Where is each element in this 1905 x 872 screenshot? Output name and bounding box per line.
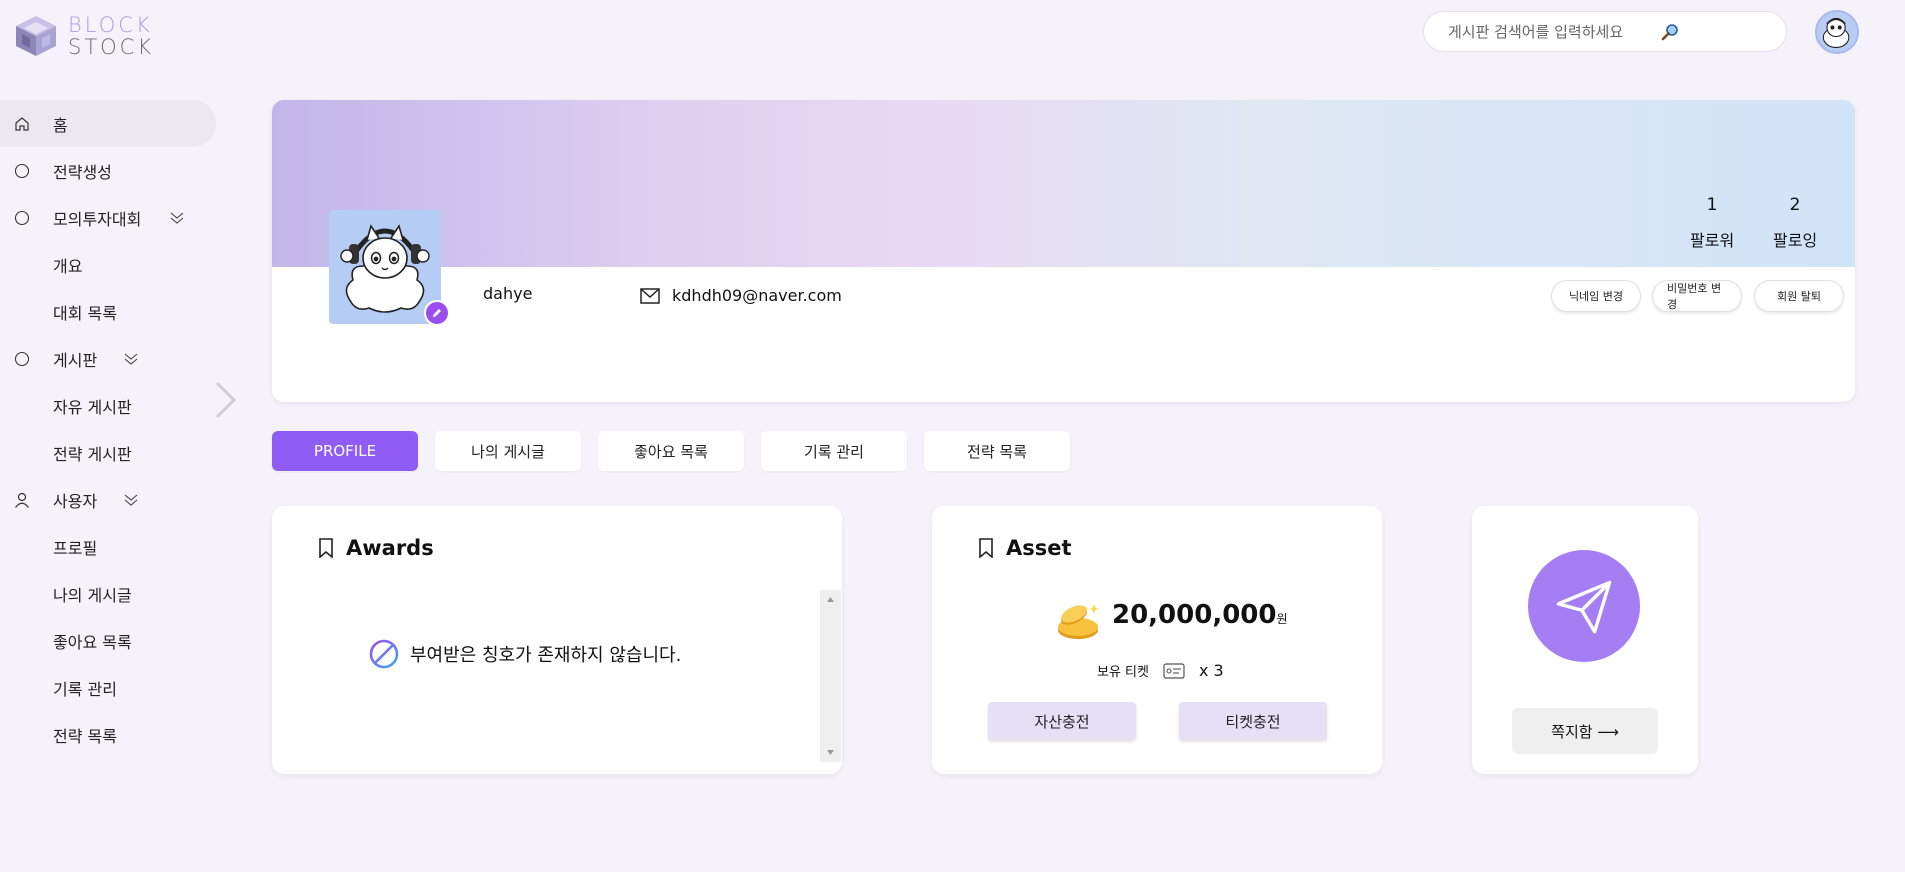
ticket-icon — [1163, 662, 1185, 679]
sidebar-item-overview[interactable]: 개요 — [0, 241, 220, 288]
followers-label: 팔로워 — [1690, 231, 1735, 250]
search-bar[interactable] — [1423, 11, 1787, 52]
profile-banner — [272, 100, 1855, 267]
sidebar-item-my-posts[interactable]: 나의 게시글 — [0, 570, 220, 617]
circle-icon — [14, 210, 30, 225]
tab-profile[interactable]: PROFILE — [272, 431, 418, 471]
sidebar-item-free-board[interactable]: 자유 게시판 — [0, 382, 220, 429]
logo-line1: BLOCK — [68, 13, 153, 37]
edit-profile-picture-button[interactable] — [424, 300, 450, 326]
logo-line2: STOCK — [68, 35, 155, 59]
profile-card: 1 팔로워 2 팔로잉 dahye kdhdh09@naver.com 닉네임 … — [272, 100, 1855, 402]
change-password-button[interactable]: 비밀번호 변경 — [1652, 280, 1742, 312]
awards-empty-message: 부여받은 칭호가 존재하지 않습니다. — [368, 638, 681, 670]
bookmark-icon — [319, 538, 333, 558]
user-avatar[interactable] — [1815, 10, 1859, 54]
search-icon[interactable] — [1660, 22, 1680, 42]
following-label: 팔로잉 — [1773, 231, 1818, 250]
sidebar: 홈 전략생성 모의투자대회 개요 대회 목록 게시판 자유 게시판 전략 게시판… — [0, 100, 220, 758]
sidebar-item-home[interactable]: 홈 — [0, 100, 216, 147]
pencil-icon — [433, 309, 441, 317]
message-icon-circle[interactable] — [1528, 550, 1640, 662]
tab-strategy-list[interactable]: 전략 목록 — [924, 431, 1070, 471]
following-count: 2 — [1789, 195, 1801, 215]
awards-card: Awards 부여받은 칭호가 존재하지 않습니다. — [272, 506, 842, 774]
asset-card: Asset 20,000,000원 보유 티켓 x 3 자산충전 티켓충전 — [932, 506, 1382, 774]
ticket-label: 보유 티켓 — [1097, 665, 1149, 680]
sidebar-item-strategy-create[interactable]: 전략생성 — [0, 147, 220, 194]
charge-ticket-button[interactable]: 티켓충전 — [1179, 702, 1327, 740]
sidebar-item-profile[interactable]: 프로필 — [0, 523, 220, 570]
circle-icon — [14, 163, 30, 178]
ticket-info: 보유 티켓 x 3 — [1097, 661, 1224, 680]
home-icon — [15, 116, 29, 131]
chevron-double-down-icon[interactable] — [170, 212, 184, 224]
scroll-arrows-icon — [827, 597, 834, 755]
sidebar-item-likes[interactable]: 좋아요 목록 — [0, 617, 220, 664]
mail-icon — [640, 287, 660, 304]
charge-asset-button[interactable]: 자산충전 — [988, 702, 1136, 740]
tab-my-posts[interactable]: 나의 게시글 — [435, 431, 581, 471]
chevron-double-down-icon[interactable] — [124, 494, 138, 506]
search-input[interactable] — [1448, 22, 1658, 41]
logo[interactable]: BLOCK STOCK — [12, 12, 154, 60]
sidebar-collapse-icon[interactable] — [214, 380, 238, 420]
circle-icon — [14, 351, 30, 366]
nickname: dahye — [483, 284, 533, 303]
ticket-count: x 3 — [1198, 661, 1224, 680]
paper-plane-icon — [1556, 580, 1612, 634]
change-nickname-button[interactable]: 닉네임 변경 — [1551, 280, 1641, 312]
following-stat[interactable]: 2 팔로잉 — [1773, 195, 1817, 251]
followers-stat[interactable]: 1 팔로워 — [1690, 195, 1734, 251]
prohibited-icon — [369, 639, 399, 669]
awards-scrollbar[interactable] — [820, 590, 841, 762]
tab-records[interactable]: 기록 관리 — [761, 431, 907, 471]
coins-icon — [1058, 604, 1099, 639]
sidebar-item-user[interactable]: 사용자 — [0, 476, 220, 523]
tab-likes[interactable]: 좋아요 목록 — [598, 431, 744, 471]
bookmark-icon — [979, 538, 993, 558]
sidebar-item-board[interactable]: 게시판 — [0, 335, 220, 382]
user-icon — [15, 492, 29, 508]
sidebar-item-contest-list[interactable]: 대회 목록 — [0, 288, 220, 335]
withdraw-button[interactable]: 회원 탈퇴 — [1754, 280, 1844, 312]
chevron-double-down-icon[interactable] — [124, 353, 138, 365]
email: kdhdh09@naver.com — [640, 286, 842, 305]
asset-unit: 원 — [1276, 612, 1288, 626]
sidebar-item-strategy-list[interactable]: 전략 목록 — [0, 711, 220, 758]
asset-amount: 20,000,000원 — [1112, 600, 1288, 630]
sidebar-item-strategy-board[interactable]: 전략 게시판 — [0, 429, 220, 476]
message-card: 쪽지함 ⟶ — [1472, 506, 1698, 774]
followers-count: 1 — [1706, 195, 1718, 215]
sidebar-item-mock-contest[interactable]: 모의투자대회 — [0, 194, 220, 241]
email-text: kdhdh09@naver.com — [672, 286, 842, 305]
message-box-button[interactable]: 쪽지함 ⟶ — [1512, 708, 1658, 754]
avatar-character-icon — [1822, 17, 1850, 48]
awards-title: Awards — [346, 536, 434, 560]
sidebar-item-records[interactable]: 기록 관리 — [0, 664, 220, 711]
logo-cube-icon — [16, 16, 56, 56]
asset-title: Asset — [1006, 536, 1072, 560]
